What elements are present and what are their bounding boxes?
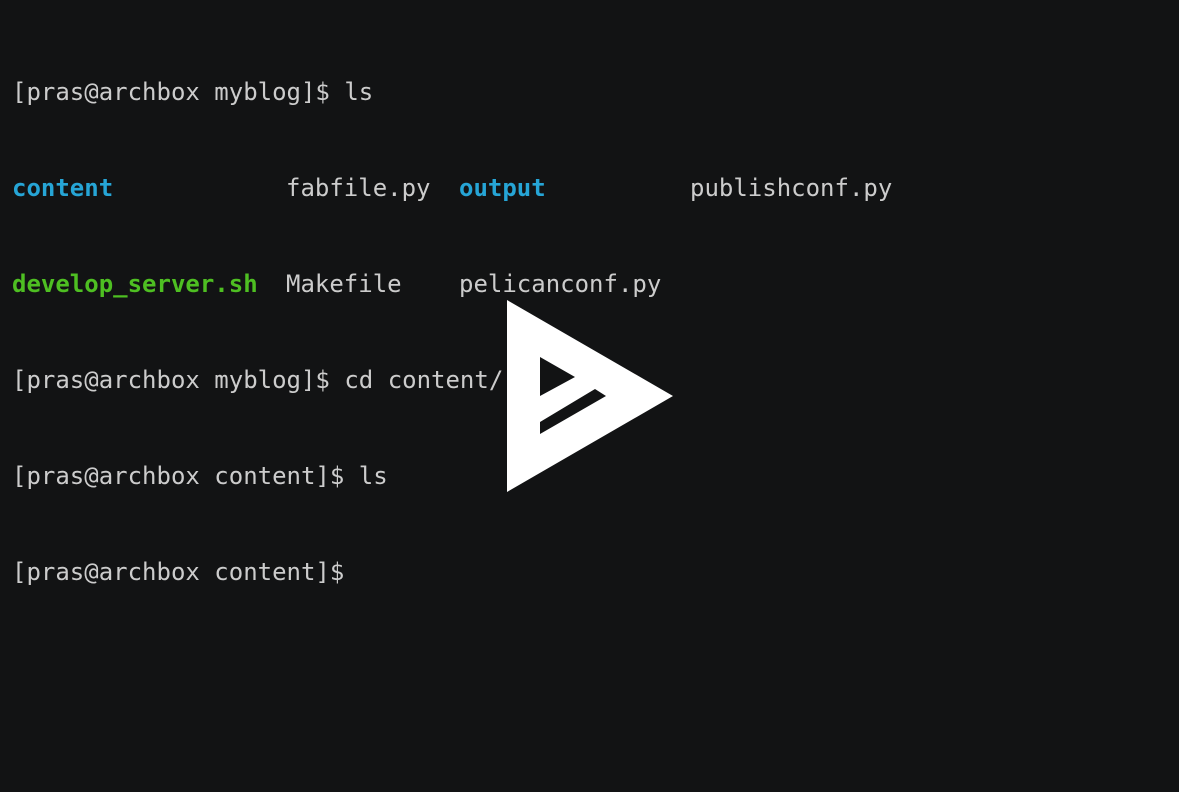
file-entry: Makefile (286, 270, 402, 298)
ls-output-row: develop_server.sh Makefile pelicanconf.py (12, 268, 892, 300)
file-entry: publishconf.py (690, 174, 893, 202)
shell-prompt: [pras@archbox content]$ (12, 462, 345, 490)
shell-prompt: [pras@archbox content]$ (12, 558, 345, 586)
asciinema-play-icon (507, 300, 673, 492)
shell-command: ls (344, 462, 388, 490)
ls-output-row: content fabfile.py output publishconf.py (12, 172, 892, 204)
terminal-line: [pras@archbox content]$ ls (12, 460, 892, 492)
directory-entry: output (459, 174, 546, 202)
terminal-line: [pras@archbox myblog]$ cd content/ (12, 364, 892, 396)
shell-prompt: [pras@archbox myblog]$ (12, 78, 330, 106)
play-button[interactable] (507, 300, 673, 492)
shell-command: cd content/ (329, 366, 504, 394)
file-entry: fabfile.py (286, 174, 431, 202)
shell-prompt: [pras@archbox myblog]$ (12, 366, 330, 394)
terminal-line: [pras@archbox content]$ (12, 556, 892, 588)
terminal-screen: [pras@archbox myblog]$ ls content fabfile… (12, 12, 892, 652)
shell-command: ls (329, 78, 374, 106)
terminal-player[interactable]: [pras@archbox myblog]$ ls content fabfile… (0, 0, 1179, 792)
file-entry: pelicanconf.py (459, 270, 662, 298)
directory-entry: content (12, 174, 114, 202)
terminal-line: [pras@archbox myblog]$ ls (12, 76, 892, 108)
executable-entry: develop_server.sh (12, 270, 258, 298)
